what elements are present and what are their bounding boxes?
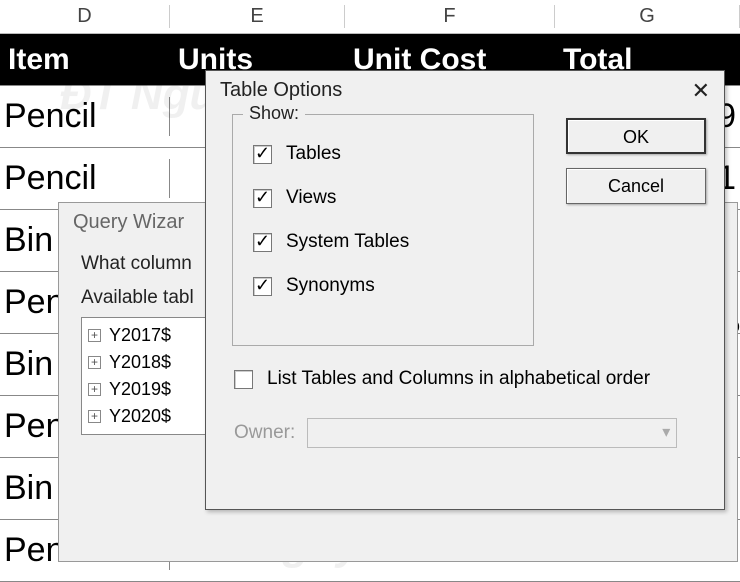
tree-item-label: Y2019$: [109, 379, 171, 400]
checkbox-label: Tables: [286, 143, 341, 165]
checkbox-row-tables[interactable]: Tables: [253, 143, 513, 165]
tree-item[interactable]: + Y2017$: [88, 322, 214, 349]
tree-item-label: Y2017$: [109, 325, 171, 346]
checkbox-synonyms[interactable]: [253, 277, 272, 296]
expand-icon[interactable]: +: [88, 383, 101, 396]
cell-item[interactable]: Pencil: [0, 97, 170, 136]
checkbox-row-system-tables[interactable]: System Tables: [253, 231, 513, 253]
column-letter-row: D E F G: [0, 0, 740, 34]
tree-item[interactable]: + Y2019$: [88, 376, 214, 403]
checkbox-views[interactable]: [253, 189, 272, 208]
owner-label: Owner:: [234, 422, 295, 444]
col-letter-g: G: [555, 5, 740, 28]
cell-item[interactable]: Pencil: [0, 159, 170, 198]
show-group: Show: Tables Views System Tables Synonym…: [232, 114, 534, 346]
expand-icon[interactable]: +: [88, 410, 101, 423]
dialog-title: Table Options: [220, 79, 342, 102]
checkbox-label: List Tables and Columns in alphabetical …: [267, 368, 650, 390]
checkbox-row-alpha-order[interactable]: List Tables and Columns in alphabetical …: [234, 368, 650, 390]
checkbox-row-views[interactable]: Views: [253, 187, 513, 209]
close-icon[interactable]: ✕: [692, 80, 710, 102]
expand-icon[interactable]: +: [88, 356, 101, 369]
col-letter-e: E: [170, 5, 345, 28]
checkbox-label: System Tables: [286, 231, 409, 253]
tree-item-label: Y2020$: [109, 406, 171, 427]
owner-select[interactable]: [307, 418, 677, 448]
available-tables-list[interactable]: + Y2017$ + Y2018$ + Y2019$ + Y2020$: [81, 317, 221, 435]
col-letter-d: D: [0, 5, 170, 28]
tree-item-label: Y2018$: [109, 352, 171, 373]
cancel-button[interactable]: Cancel: [566, 168, 706, 204]
checkbox-label: Synonyms: [286, 275, 375, 297]
show-group-label: Show:: [243, 103, 305, 124]
ok-button[interactable]: OK: [566, 118, 706, 154]
checkbox-system-tables[interactable]: [253, 233, 272, 252]
tree-item[interactable]: + Y2018$: [88, 349, 214, 376]
checkbox-tables[interactable]: [253, 145, 272, 164]
owner-row: Owner:: [234, 418, 677, 448]
header-item: Item: [0, 43, 170, 77]
col-letter-f: F: [345, 5, 555, 28]
table-options-dialog: Table Options ✕ Show: Tables Views Syste…: [205, 70, 725, 510]
checkbox-label: Views: [286, 187, 336, 209]
checkbox-alpha-order[interactable]: [234, 370, 253, 389]
tree-item[interactable]: + Y2020$: [88, 403, 214, 430]
expand-icon[interactable]: +: [88, 329, 101, 342]
checkbox-row-synonyms[interactable]: Synonyms: [253, 275, 513, 297]
